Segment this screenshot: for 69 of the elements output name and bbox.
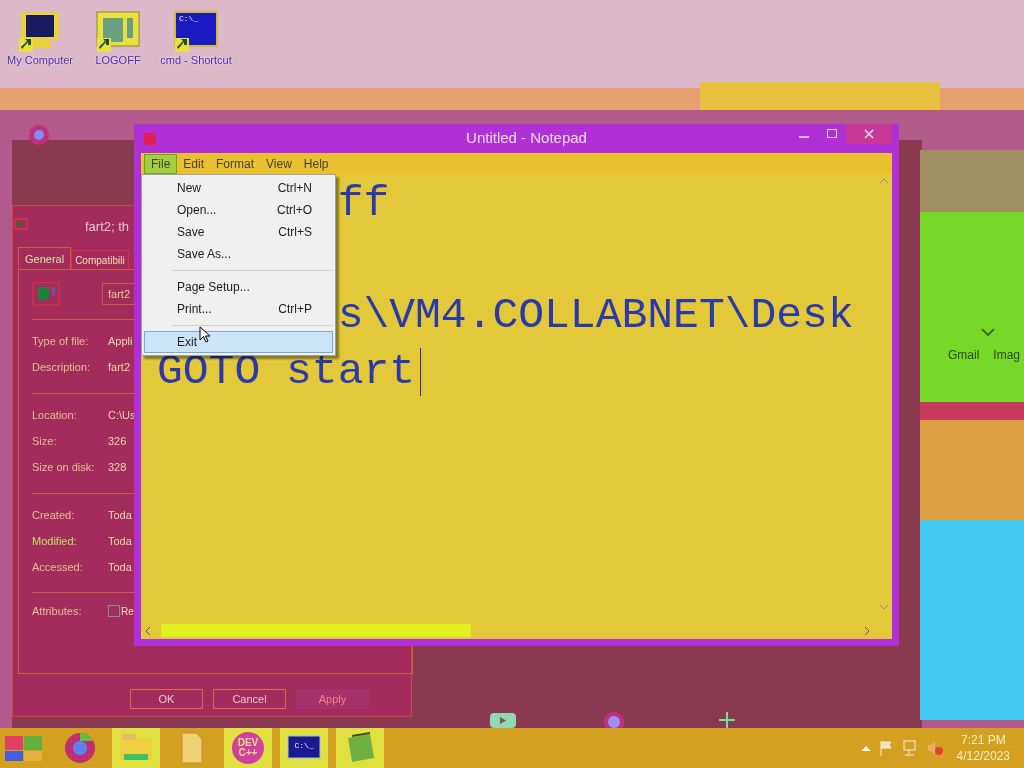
link-text[interactable]: Imag	[993, 346, 1021, 364]
app-icon-text: DEV	[237, 738, 259, 748]
menu-item[interactable]: File	[144, 153, 178, 174]
notepad-icon	[143, 132, 157, 146]
field-value: 328	[108, 459, 127, 475]
tab[interactable]: Compatibili	[71, 250, 129, 270]
menu-option[interactable]: Save As...	[144, 243, 333, 265]
menu-item[interactable]: View	[260, 153, 298, 174]
maximize-icon[interactable]	[827, 129, 837, 139]
field-label: Accessed:	[32, 559, 84, 575]
text-cursor	[420, 348, 421, 396]
checkbox-label[interactable]: Re	[121, 603, 134, 619]
dialog-button[interactable]: OK	[130, 689, 203, 709]
scroll-up-icon[interactable]	[879, 178, 888, 184]
console-prompt-text: C:\_	[179, 13, 199, 25]
menu-item[interactable]: Format	[210, 153, 261, 174]
tab[interactable]: General	[18, 247, 72, 270]
field-label: Created:	[32, 507, 76, 523]
time-text: 7:21 PM	[960, 732, 1006, 748]
field-value: Appli	[108, 333, 133, 349]
desktop-icon-label[interactable]: cmd - Shortcut	[160, 54, 232, 67]
menu-option[interactable]: Open... Ctrl+O	[144, 199, 333, 221]
app-icon	[14, 218, 28, 230]
network-icon[interactable]	[902, 740, 919, 756]
flag-icon[interactable]	[878, 740, 895, 756]
checkbox[interactable]	[108, 605, 120, 618]
field-label: Type of file:	[32, 333, 90, 349]
video-icon[interactable]	[489, 710, 517, 728]
console-prompt-text: C:\_	[294, 741, 314, 751]
window-icon[interactable]	[95, 10, 141, 54]
field-label: Size on disk:	[32, 459, 96, 475]
field-label: Size:	[32, 433, 58, 449]
field-value: Toda	[108, 559, 132, 575]
speaker-muted-icon[interactable]	[926, 740, 943, 756]
desktop-icon-label[interactable]: LOGOFF	[95, 54, 141, 67]
app-icon-text: C++	[238, 748, 258, 758]
show-hidden-icons-icon[interactable]	[860, 745, 871, 751]
chevron-down-icon	[981, 328, 995, 336]
scroll-thumb[interactable]	[161, 624, 471, 637]
console-icon[interactable]	[173, 10, 219, 54]
app-icon	[32, 282, 60, 306]
field-value: Toda	[108, 507, 132, 523]
scroll-right-icon[interactable]	[864, 626, 870, 635]
menu-option[interactable]: Save Ctrl+S	[144, 221, 333, 243]
field-label: Description:	[32, 359, 92, 375]
dialog-button[interactable]: Cancel	[213, 689, 286, 709]
field-label: Location:	[32, 407, 78, 423]
link-text[interactable]: Gmail	[948, 346, 980, 364]
field-value: C:\Us	[108, 407, 136, 423]
field-value: fart2	[108, 359, 130, 375]
menu-item[interactable]: Help	[297, 153, 335, 174]
field-value: 326	[108, 433, 127, 449]
menu-option[interactable]: Exit	[144, 331, 333, 353]
field-label: Attributes:	[32, 604, 83, 619]
field-value: Toda	[108, 533, 132, 549]
mouse-cursor-icon	[199, 326, 210, 343]
scroll-down-icon[interactable]	[879, 604, 888, 610]
close-icon[interactable]	[864, 129, 874, 139]
desktop-icon-label[interactable]: My Computer	[7, 54, 73, 67]
dialog-title: fart2; th	[85, 218, 130, 236]
menu-item[interactable]: Edit	[177, 153, 211, 174]
text-line: ff	[337, 178, 390, 230]
scroll-left-icon[interactable]	[145, 626, 151, 635]
text-line: s\VM4.COLLABNET\Desk	[337, 290, 854, 342]
window-title: Untitled - Notepad	[466, 128, 587, 149]
menu-option[interactable]: New Ctrl+N	[144, 177, 333, 199]
date-text: 4/12/2023	[956, 748, 1010, 764]
field-label: Modified:	[32, 533, 78, 549]
chrome-icon	[28, 124, 50, 146]
